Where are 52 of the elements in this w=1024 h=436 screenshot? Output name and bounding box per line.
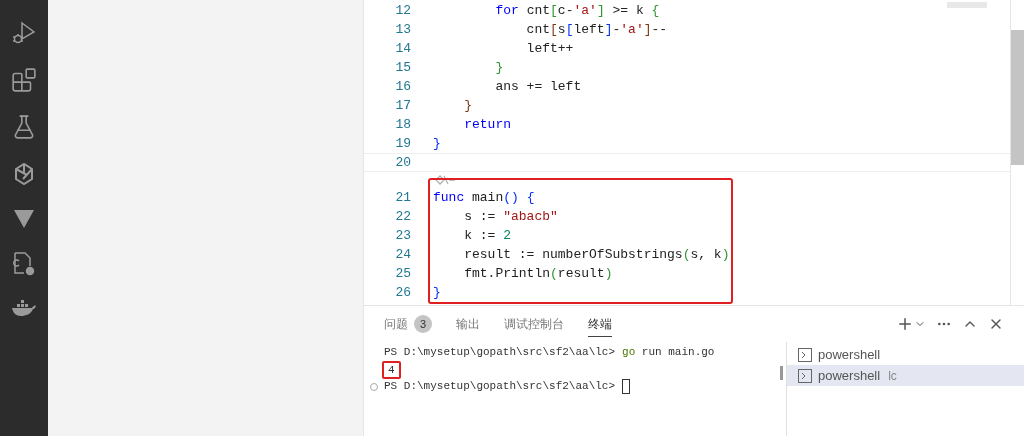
code-text: func main() { (433, 188, 535, 207)
terminal-icon (798, 368, 812, 383)
terminal-command: go run main.go (622, 345, 715, 361)
code-text: k := 2 (463, 226, 512, 245)
terminal-prompt: PS D:\mysetup\gopath\src\sf2\aa\lc> (384, 345, 616, 361)
line-number: 26 (394, 283, 411, 302)
line-number: 16 (394, 77, 411, 96)
line-number: 13 (394, 20, 411, 39)
panel-tab[interactable]: 问题 3 (384, 311, 432, 337)
code-text: fmt.Println(result) (463, 264, 613, 283)
terminal-prompt: PS D:\mysetup\gopath\src\sf2\aa\lc> (384, 379, 616, 395)
line-number: 15 (394, 58, 411, 77)
line-number: 23 (394, 226, 411, 245)
code-text: cnt[s[left]-'a']-- (525, 20, 668, 39)
terminal-list-item[interactable]: powershell (787, 344, 1024, 365)
run-debug-icon[interactable] (11, 20, 37, 46)
whale-icon[interactable] (11, 298, 37, 318)
panel-tab[interactable]: 输出 (456, 311, 480, 337)
add-icon[interactable] (896, 315, 914, 333)
line-number: 24 (394, 245, 411, 264)
terminal-list-item[interactable]: powershell lc (787, 365, 1024, 386)
line-number: 18 (394, 115, 411, 134)
code-text: for cnt[c-'a'] >= k { (494, 1, 660, 20)
code-text: return (463, 115, 511, 134)
line-number: 21 (394, 188, 411, 207)
line-number: 25 (394, 264, 411, 283)
panel-tab[interactable]: 终端 (588, 311, 612, 337)
code-text: } (433, 283, 441, 302)
code-text: } (463, 96, 472, 115)
code-text: } (433, 134, 441, 153)
terminal-output: 4 (382, 360, 401, 379)
line-number: 20 (394, 153, 411, 172)
count-badge: 3 (414, 315, 432, 333)
line-number: 12 (394, 1, 411, 20)
code-text: ans += left (494, 77, 582, 96)
line-number: 22 (394, 207, 411, 226)
line-number: 17 (394, 96, 411, 115)
code-text: left++ (525, 39, 574, 58)
code-text: s := "abacb" (463, 207, 558, 226)
terminal-icon (798, 347, 812, 362)
scrollbar[interactable] (1010, 0, 1024, 305)
code-text: result := numberOfSubstrings(s, k) (463, 245, 730, 264)
extensions-icon[interactable] (11, 67, 37, 93)
triangle-icon[interactable] (12, 208, 36, 230)
terminal-scrollbar[interactable] (780, 366, 783, 380)
line-number: 14 (394, 39, 411, 58)
codelens-icon[interactable] (434, 174, 456, 186)
code-text: } (494, 58, 504, 77)
terminal[interactable]: PS D:\mysetup\gopath\src\sf2\aa\lc> go run main.go 4 PS D:\mysetup\gopath\src\sf2\aa\lc> (364, 342, 786, 436)
panel-tab[interactable]: 调试控制台 (504, 311, 564, 337)
line-number: 19 (394, 134, 411, 153)
file-gear-icon[interactable] (12, 251, 36, 277)
